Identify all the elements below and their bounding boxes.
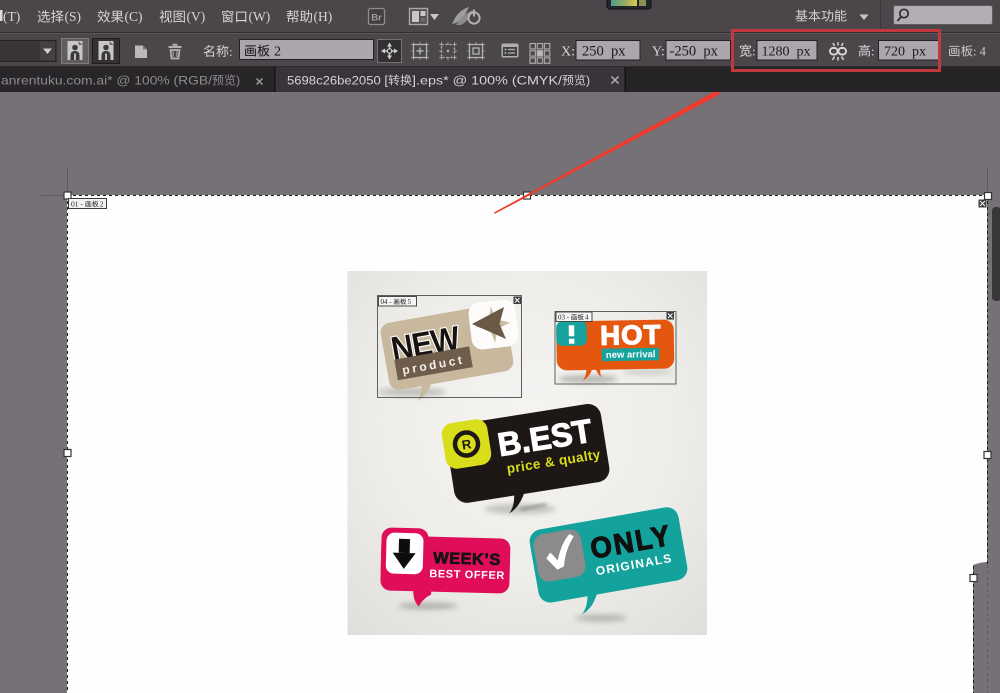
svg-text:5698c26be2050 [: 5698c26be2050 [ [287,74,389,88]
svg-text:BEST OFFER: BEST OFFER [429,568,505,582]
svg-text:(W): (W) [249,9,271,24]
svg-text:01 -: 01 - [71,200,85,209]
svg-text::: : [229,44,233,59]
svg-text:Br: Br [371,13,382,24]
svg-text:): ) [236,74,240,88]
svg-text:new arrival: new arrival [606,349,656,361]
svg-text:(H): (H) [314,9,333,24]
svg-text:WEEK’S: WEEK’S [433,549,501,569]
svg-text:04 -: 04 - [381,298,394,306]
svg-text:: 4: : 4 [973,45,987,59]
svg-text:2: 2 [274,45,281,60]
svg-text:HOT: HOT [600,319,662,351]
svg-text:(V): (V) [187,9,206,24]
svg-text:(S): (S) [65,9,82,24]
svg-text:X:: X: [561,45,575,60]
svg-text:4: 4 [585,314,589,322]
svg-text:(T): (T) [3,9,20,24]
svg-text:2: 2 [100,200,104,209]
svg-text:].eps* @ 100% (CMYK/: ].eps* @ 100% (CMYK/ [412,74,563,88]
svg-text:(C): (C) [125,9,143,24]
svg-text:250 px: 250 px [582,44,626,60]
svg-text:): ) [586,74,590,88]
svg-text:5: 5 [408,298,412,306]
svg-text:03 -: 03 - [558,314,571,322]
svg-text:anrentuku.com.ai* @ 100% (RGB/: anrentuku.com.ai* @ 100% (RGB/ [1,74,213,88]
svg-text:-250 px: -250 px [670,44,719,60]
svg-text:Y:: Y: [652,45,665,60]
